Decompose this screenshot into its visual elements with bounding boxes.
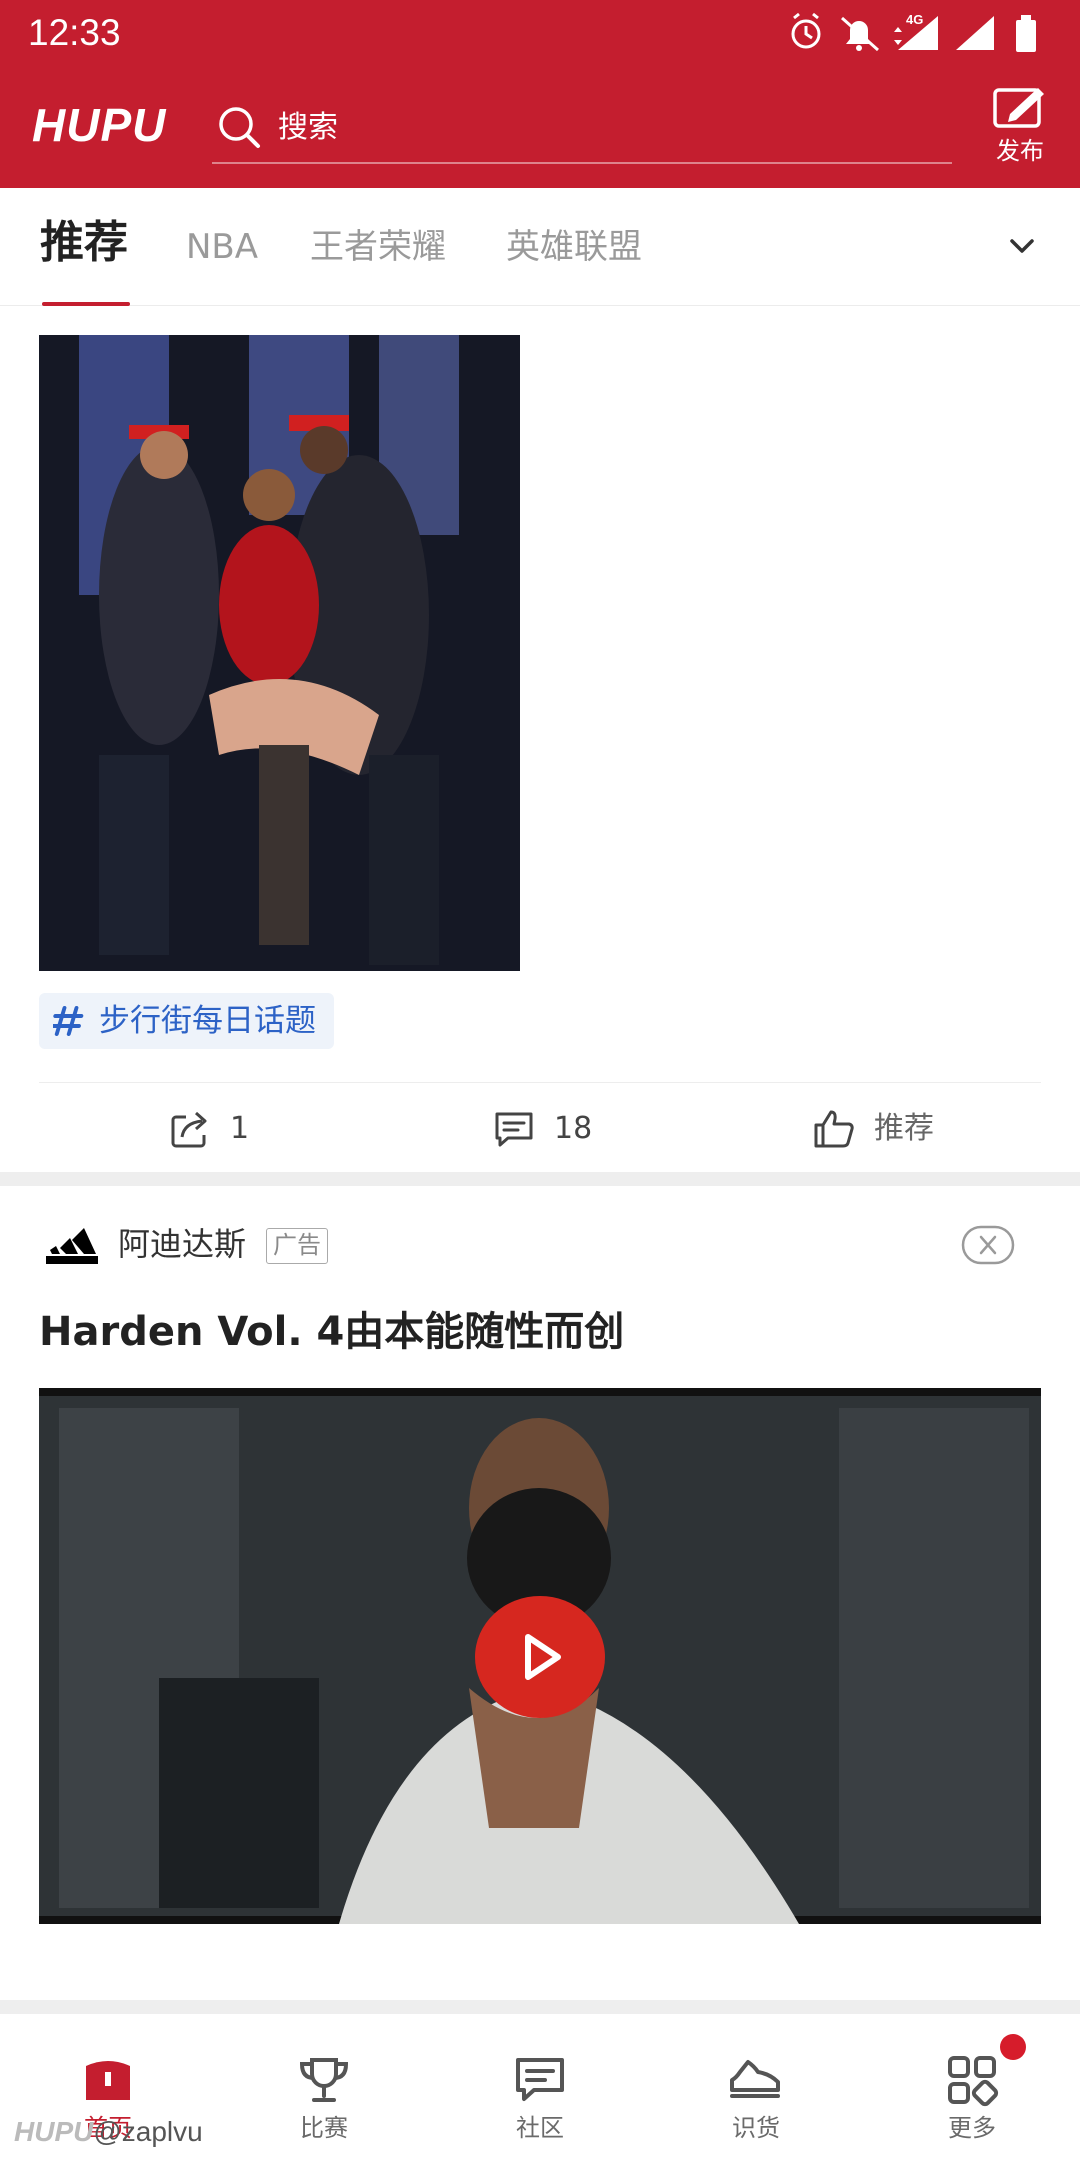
category-tabs: 推荐 NBA 王者荣耀 英雄联盟 [0,188,1080,306]
alarm-icon [791,12,821,49]
search-bar[interactable]: 搜索 [212,96,952,164]
status-time: 12:33 [28,12,121,53]
notification-badge [1000,2034,1026,2060]
share-button[interactable]: 1 [168,1104,249,1154]
recommend-button[interactable]: 推荐 [812,1104,934,1154]
hashtag-icon [53,1006,84,1036]
tab-recommend[interactable]: 推荐 [40,218,128,268]
ad-badge: 广告 [266,1228,328,1264]
watermark: HUPU@zaplvu [14,2112,203,2152]
share-count: 1 [230,1111,250,1146]
trophy-icon [299,2058,349,2102]
ad-title[interactable]: Harden Vol. 4由本能随性而创 [39,1304,624,1360]
search-placeholder: 搜索 [278,110,338,145]
topic-tag[interactable]: 步行街每日话题 [39,993,334,1049]
comment-button[interactable]: 18 [492,1104,592,1154]
post-divider [39,1082,1041,1083]
battery-icon [1016,15,1036,52]
nav-item-shopping[interactable]: 识货 [648,2014,864,2160]
edit-icon [993,88,1044,128]
thumbs-up-icon [814,1110,854,1148]
chevron-down-icon[interactable] [1004,228,1040,264]
tab-honor-of-kings[interactable]: 王者荣耀 [310,222,446,272]
tab-nba[interactable]: NBA [186,222,258,272]
home-icon [86,2061,130,2100]
active-tab-indicator [42,302,130,306]
publish-button[interactable]: 发布 [980,84,1060,180]
watermark-logo: HUPU [14,2116,94,2147]
community-icon [516,2058,564,2101]
status-icons: 4G [791,12,1036,52]
post-image[interactable] [39,335,520,971]
publish-label: 发布 [996,137,1044,165]
bell-muted-icon [841,16,879,52]
section-divider-2 [0,2000,1080,2014]
nav-label-more: 更多 [948,2114,996,2142]
recommend-label: 推荐 [874,1111,934,1146]
hupu-home-screen: 12:33 4G HUPU 搜索 发布 推荐 NBA 王者荣耀 英雄联盟 步行街… [0,0,1080,2160]
hupu-logo[interactable]: HUPU [32,98,166,152]
app-header: 12:33 4G HUPU 搜索 发布 [0,0,1080,188]
ad-video[interactable] [39,1388,1041,1924]
grid-icon [948,2056,999,2107]
watermark-user: @zaplvu [93,2116,203,2147]
search-icon [219,107,260,148]
sneaker-icon [730,2060,780,2098]
nav-label-community: 社区 [516,2114,564,2142]
section-divider [0,1172,1080,1186]
comment-count: 18 [554,1111,593,1146]
share-icon [171,1111,207,1148]
nav-item-community[interactable]: 社区 [432,2014,648,2160]
play-button[interactable] [475,1596,605,1718]
ad-brand-name[interactable]: 阿迪达斯 [118,1222,246,1266]
concert-photo [39,335,520,971]
adidas-logo-icon [46,1228,98,1264]
comment-icon [495,1112,533,1147]
signal-icon-2 [956,16,994,50]
nav-label-games: 比赛 [300,2114,348,2142]
topic-label: 步行街每日话题 [99,1003,316,1039]
nav-item-games[interactable]: 比赛 [216,2014,432,2160]
close-icon[interactable] [960,1224,1016,1266]
play-icon [525,1634,561,1680]
tab-league-of-legends[interactable]: 英雄联盟 [506,222,642,272]
nav-label-shopping: 识货 [732,2114,780,2142]
nav-item-more[interactable]: 更多 [864,2014,1080,2160]
network-label: 4G [906,12,923,27]
